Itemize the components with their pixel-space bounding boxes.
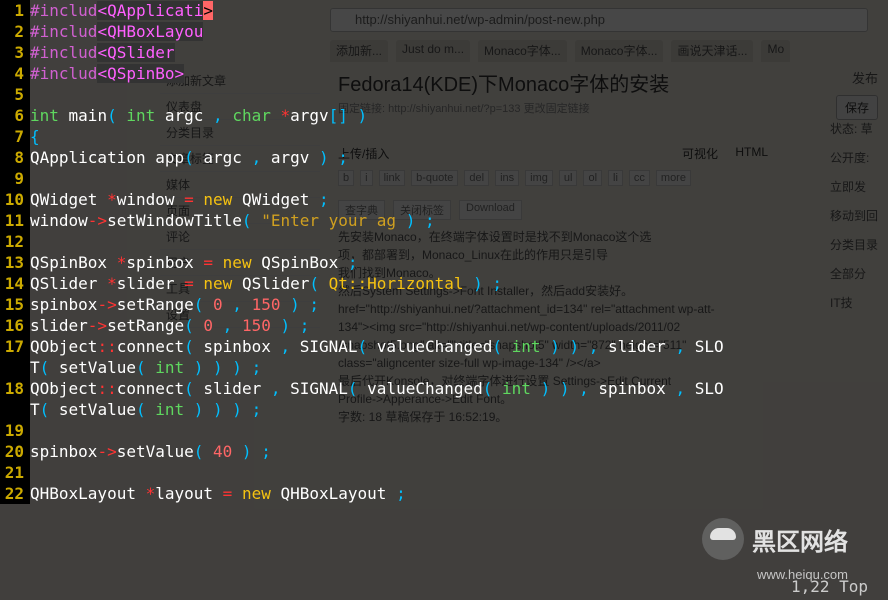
- code-text[interactable]: T( setValue( int ) ) ) ;: [30, 357, 888, 378]
- watermark-text: 黑区网络: [752, 529, 848, 556]
- code-line[interactable]: 5: [0, 84, 888, 105]
- line-number: 16: [0, 315, 30, 336]
- code-line[interactable]: 7{: [0, 126, 888, 147]
- code-text[interactable]: QApplication app( argc , argv ) ;: [30, 147, 888, 168]
- code-line[interactable]: T( setValue( int ) ) ) ;: [0, 399, 888, 420]
- code-line[interactable]: 12: [0, 231, 888, 252]
- code-text[interactable]: spinbox->setRange( 0 , 150 ) ;: [30, 294, 888, 315]
- code-line[interactable]: 21: [0, 462, 888, 483]
- code-text[interactable]: [30, 231, 888, 252]
- line-number: 18: [0, 378, 30, 399]
- watermark-url: www.heiqu.com: [757, 567, 848, 582]
- line-number: 17: [0, 336, 30, 357]
- code-text[interactable]: #includ<QSlider: [30, 42, 888, 63]
- line-number: 9: [0, 168, 30, 189]
- line-number: 7: [0, 126, 30, 147]
- code-line[interactable]: 8 QApplication app( argc , argv ) ;: [0, 147, 888, 168]
- code-text[interactable]: #includ<QSpinBo>: [30, 63, 888, 84]
- code-line[interactable]: 14 QSlider *slider = new QSlider( Qt::Ho…: [0, 273, 888, 294]
- code-text[interactable]: QSpinBox *spinbox = new QSpinBox ;: [30, 252, 888, 273]
- line-number: 10: [0, 189, 30, 210]
- code-editor[interactable]: 1#includ<QApplicati>2#includ<QHBoxLayou3…: [0, 0, 888, 600]
- code-line[interactable]: 9: [0, 168, 888, 189]
- code-text[interactable]: {: [30, 126, 888, 147]
- code-text[interactable]: QObject::connect( spinbox , SIGNAL( valu…: [30, 336, 888, 357]
- line-number: [0, 399, 30, 420]
- code-text[interactable]: QObject::connect( slider , SIGNAL( value…: [30, 378, 888, 399]
- line-number: 1: [0, 0, 30, 21]
- line-number: 11: [0, 210, 30, 231]
- code-text[interactable]: int main( int argc , char *argv[] ): [30, 105, 888, 126]
- line-number: 20: [0, 441, 30, 462]
- code-text[interactable]: QSlider *slider = new QSlider( Qt::Horiz…: [30, 273, 888, 294]
- code-text[interactable]: slider->setRange( 0 , 150 ) ;: [30, 315, 888, 336]
- code-line[interactable]: T( setValue( int ) ) ) ;: [0, 357, 888, 378]
- line-number: 13: [0, 252, 30, 273]
- line-number: 15: [0, 294, 30, 315]
- code-text[interactable]: [30, 84, 888, 105]
- code-text[interactable]: #includ<QApplicati>: [30, 0, 888, 21]
- line-number: 21: [0, 462, 30, 483]
- line-number: 3: [0, 42, 30, 63]
- code-line[interactable]: 22 QHBoxLayout *layout = new QHBoxLayout…: [0, 483, 888, 504]
- line-number: 12: [0, 231, 30, 252]
- line-number: 22: [0, 483, 30, 504]
- code-line[interactable]: 2#includ<QHBoxLayou: [0, 21, 888, 42]
- line-number: 8: [0, 147, 30, 168]
- code-text[interactable]: [30, 168, 888, 189]
- code-line[interactable]: 13 QSpinBox *spinbox = new QSpinBox ;: [0, 252, 888, 273]
- code-text[interactable]: window->setWindowTitle( "Enter your ag )…: [30, 210, 888, 231]
- code-line[interactable]: 3#includ<QSlider: [0, 42, 888, 63]
- code-line[interactable]: 19: [0, 420, 888, 441]
- line-number: 14: [0, 273, 30, 294]
- code-text[interactable]: [30, 462, 888, 483]
- code-line[interactable]: 17 QObject::connect( spinbox , SIGNAL( v…: [0, 336, 888, 357]
- code-line[interactable]: 20 spinbox->setValue( 40 ) ;: [0, 441, 888, 462]
- code-text[interactable]: T( setValue( int ) ) ) ;: [30, 399, 888, 420]
- line-number: 5: [0, 84, 30, 105]
- line-number: 6: [0, 105, 30, 126]
- watermark: 黑区网络 www.heiqu.com: [702, 518, 848, 560]
- code-line[interactable]: 16 slider->setRange( 0 , 150 ) ;: [0, 315, 888, 336]
- code-line[interactable]: 15 spinbox->setRange( 0 , 150 ) ;: [0, 294, 888, 315]
- line-number: 4: [0, 63, 30, 84]
- code-line[interactable]: 4#includ<QSpinBo>: [0, 63, 888, 84]
- code-text[interactable]: QHBoxLayout *layout = new QHBoxLayout ;: [30, 483, 888, 504]
- code-text[interactable]: [30, 420, 888, 441]
- code-text[interactable]: #includ<QHBoxLayou: [30, 21, 888, 42]
- code-line[interactable]: 10 QWidget *window = new QWidget ;: [0, 189, 888, 210]
- watermark-logo-icon: [702, 518, 744, 560]
- line-number: [0, 357, 30, 378]
- code-line[interactable]: 11 window->setWindowTitle( "Enter your a…: [0, 210, 888, 231]
- code-text[interactable]: QWidget *window = new QWidget ;: [30, 189, 888, 210]
- line-number: 19: [0, 420, 30, 441]
- code-text[interactable]: spinbox->setValue( 40 ) ;: [30, 441, 888, 462]
- code-line[interactable]: 18 QObject::connect( slider , SIGNAL( va…: [0, 378, 888, 399]
- line-number: 2: [0, 21, 30, 42]
- code-line[interactable]: 1#includ<QApplicati>: [0, 0, 888, 21]
- code-line[interactable]: 6int main( int argc , char *argv[] ): [0, 105, 888, 126]
